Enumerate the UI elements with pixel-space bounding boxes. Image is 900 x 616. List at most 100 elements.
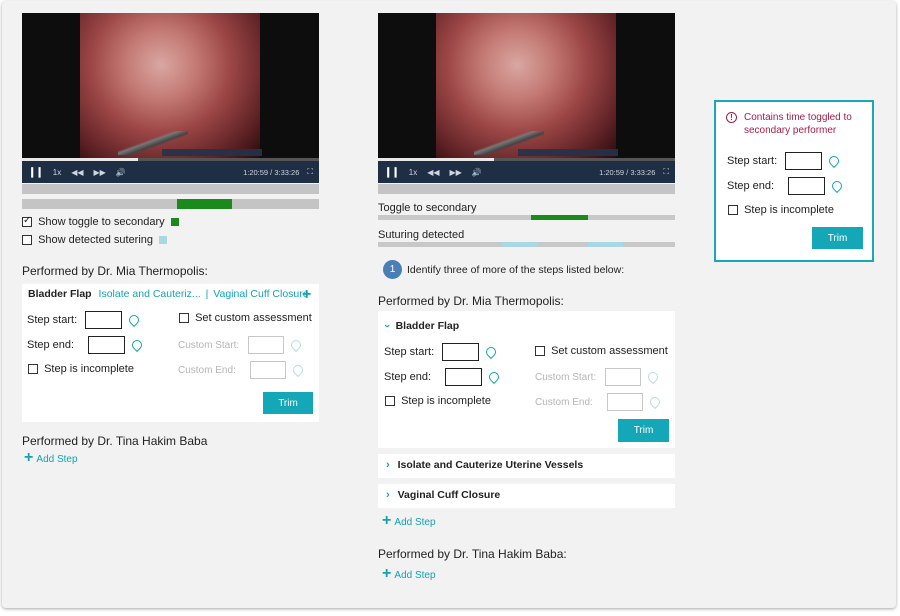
step-row-vaginal-cuff[interactable]: › Vaginal Cuff Closure [378,484,675,508]
secondary-segment[interactable] [177,199,232,209]
playback-rate[interactable]: 1x [53,168,61,177]
toggle-secondary-row[interactable]: Show toggle to secondary [22,215,179,228]
rewind-icon[interactable]: ◀◀ [71,168,83,177]
toggle-secondary-checkbox[interactable] [22,215,32,228]
suturing-row[interactable]: Show detected sutering [22,234,168,246]
video-controls: ❙❙ 1x ◀◀ ▶▶ 🔊 1:20:59 / 3:33:26 ⛶ [22,161,319,183]
blue-legend-swatch [159,236,168,245]
add-step-label: Add Step [394,570,436,581]
forward-icon[interactable]: ▶▶ [450,168,462,177]
custom-assessment-row[interactable]: Set custom assessment [535,345,668,357]
step-end-input[interactable] [445,368,483,386]
custom-start-label: Custom Start: [178,339,240,351]
timeline-bar[interactable] [22,184,319,194]
suturing-checkbox[interactable] [22,235,32,246]
step-start-label: Step start: [727,154,778,167]
performer-2-heading: Performed by Dr. Tina Hakim Baba: [378,547,567,561]
trim-button[interactable]: Trim [618,419,669,442]
location-pin-icon[interactable] [484,344,499,360]
custom-start-input[interactable] [605,368,642,386]
suturing-segment[interactable] [502,242,538,247]
custom-start-row: Custom Start: [178,336,304,354]
location-pin-icon[interactable] [130,337,145,353]
step-title: Vaginal Cuff Closure [397,489,501,501]
performer-1-heading: Performed by Dr. Mia Thermopolis: [378,294,564,308]
custom-assessment-label: Set custom assessment [551,345,668,357]
performer-2-heading: Performed by Dr. Tina Hakim Baba [22,434,208,448]
volume-icon[interactable]: 🔊 [472,168,482,177]
timeline-bar[interactable] [378,184,675,194]
step-start-input[interactable] [442,343,480,361]
video-time: 1:20:59 / 3:33:26 [599,167,656,177]
app-canvas: ❙❙ 1x ◀◀ ▶▶ 🔊 1:20:59 / 3:33:26 ⛶ Show t… [2,1,896,608]
trim-button[interactable]: Trim [263,392,313,414]
pause-icon[interactable]: ❙❙ [384,167,400,178]
custom-end-input[interactable] [606,393,643,411]
step-tabs: Bladder Flap Isolate and Cauteriz... | V… [28,288,309,300]
custom-start-row: Custom Start: [535,368,661,386]
incomplete-row[interactable]: Step is incomplete [728,204,834,216]
step-start-input[interactable] [785,152,823,170]
location-pin-icon[interactable] [487,369,502,385]
add-step-label: Add Step [394,517,436,528]
fullscreen-icon[interactable]: ⛶ [663,167,669,177]
rewind-icon[interactable]: ◀◀ [427,168,439,177]
forward-icon[interactable]: ▶▶ [94,168,106,177]
video-player-left[interactable]: ❙❙ 1x ◀◀ ▶▶ 🔊 1:20:59 / 3:33:26 ⛶ [22,13,319,183]
secondary-timeline[interactable] [378,215,675,220]
location-pin-icon[interactable] [827,153,842,169]
custom-end-label: Custom End: [178,364,236,376]
instruction-text: Identify three of more of the steps list… [407,264,625,276]
step-end-label: Step end: [384,370,432,383]
playback-rate[interactable]: 1x [409,168,417,177]
pause-icon[interactable]: ❙❙ [28,167,44,178]
custom-end-input[interactable] [249,361,286,379]
custom-assessment-checkbox[interactable] [535,346,545,357]
incomplete-row[interactable]: Step is incomplete [385,395,491,407]
incomplete-checkbox[interactable] [385,396,395,407]
step-end-input[interactable] [788,177,826,195]
plus-icon: + [382,565,392,582]
step-start-input[interactable] [85,311,123,329]
add-step-link[interactable]: + Add Step [382,513,436,529]
step-end-label: Step end: [727,179,775,192]
volume-icon[interactable]: 🔊 [116,168,126,177]
plus-icon: + [24,449,34,466]
tab-vaginal-cuff[interactable]: Vaginal Cuff Closure [213,288,308,300]
incomplete-checkbox[interactable] [28,364,38,375]
tab-isolate[interactable]: Isolate and Cauteriz... [99,288,201,300]
step-title: Isolate and Cauterize Uterine Vessels [397,459,584,471]
step-end-input[interactable] [88,336,126,354]
chevron-down-icon: › [380,324,393,328]
incomplete-checkbox[interactable] [728,205,738,216]
secondary-timeline[interactable] [22,199,319,209]
custom-assessment-row[interactable]: Set custom assessment [179,312,312,324]
tab-bladder-flap[interactable]: Bladder Flap [28,288,92,300]
step-header-bladder[interactable]: › Bladder Flap [381,320,459,332]
suturing-timeline[interactable] [378,242,675,247]
custom-assessment-checkbox[interactable] [179,313,189,324]
location-pin-icon[interactable] [127,312,142,328]
fullscreen-icon[interactable]: ⛶ [307,167,313,177]
add-step-link[interactable]: + Add Step [382,566,436,582]
step-row-isolate[interactable]: › Isolate and Cauterize Uterine Vessels [378,454,675,478]
step-end-row: Step end: [27,336,145,354]
performer-1-heading: Performed by Dr. Mia Thermopolis: [22,264,208,278]
custom-start-label: Custom Start: [535,371,597,383]
secondary-segment[interactable] [531,215,588,220]
trim-button[interactable]: Trim [812,227,863,249]
location-pin-icon [647,394,663,410]
video-player-middle[interactable]: ❙❙ 1x ◀◀ ▶▶ 🔊 1:20:59 / 3:33:26 ⛶ [378,13,675,183]
step-end-row: Step end: [384,368,502,386]
add-tab-icon[interactable]: + [302,287,311,303]
add-step-link[interactable]: + Add Step [24,450,78,466]
location-pin-icon[interactable] [830,178,845,194]
step-start-row: Step start: [27,311,142,329]
plus-icon: + [382,512,392,529]
suturing-label: Show detected sutering [38,234,154,246]
suturing-segment[interactable] [588,242,623,247]
incomplete-label: Step is incomplete [44,363,134,375]
custom-start-input[interactable] [248,336,285,354]
alert-message: Contains time toggled to secondary perfo… [744,112,852,136]
incomplete-row[interactable]: Step is incomplete [28,363,134,375]
